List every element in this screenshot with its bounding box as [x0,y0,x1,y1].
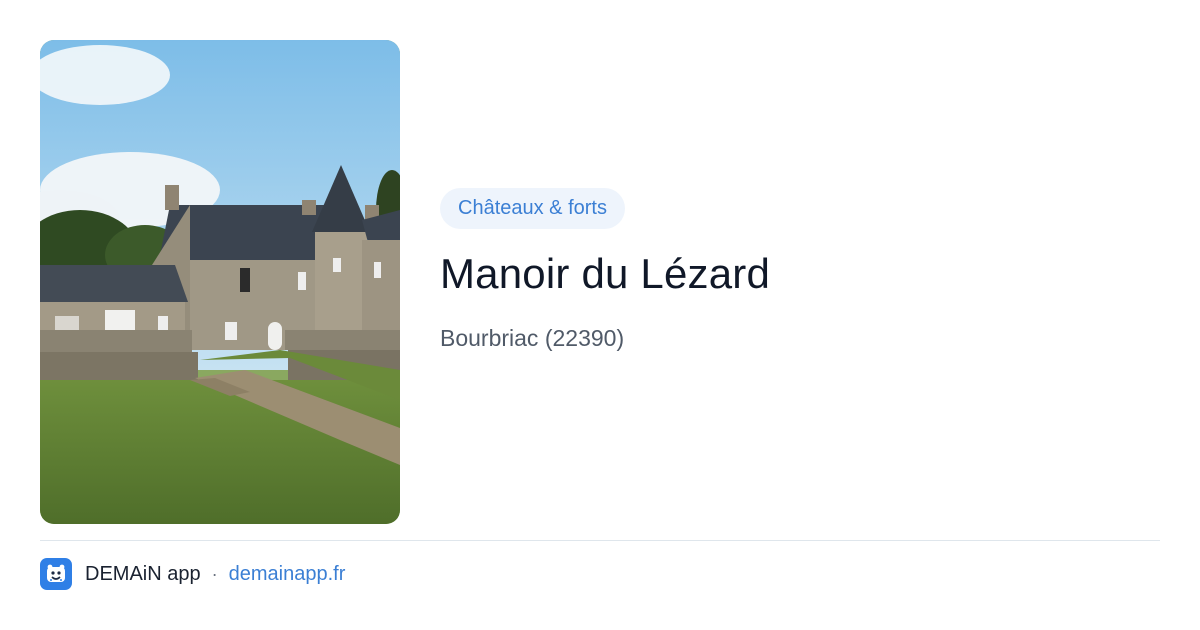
category-badge[interactable]: Châteaux & forts [440,188,625,229]
manor-photo [40,40,400,524]
place-info: Châteaux & forts Manoir du Lézard Bourbr… [440,188,1160,352]
demain-app-logo-icon [40,558,72,590]
app-url-link[interactable]: demainapp.fr [229,563,346,586]
footer-separator: · [211,563,218,584]
manor-photo-illustration [40,40,400,524]
place-location: Bourbriac (22390) [440,325,625,351]
footer: DEMAiN app · demainapp.fr [40,558,345,590]
divider [40,540,1160,541]
place-title: Manoir du Lézard [440,250,771,297]
app-name: DEMAiN app [85,562,201,585]
